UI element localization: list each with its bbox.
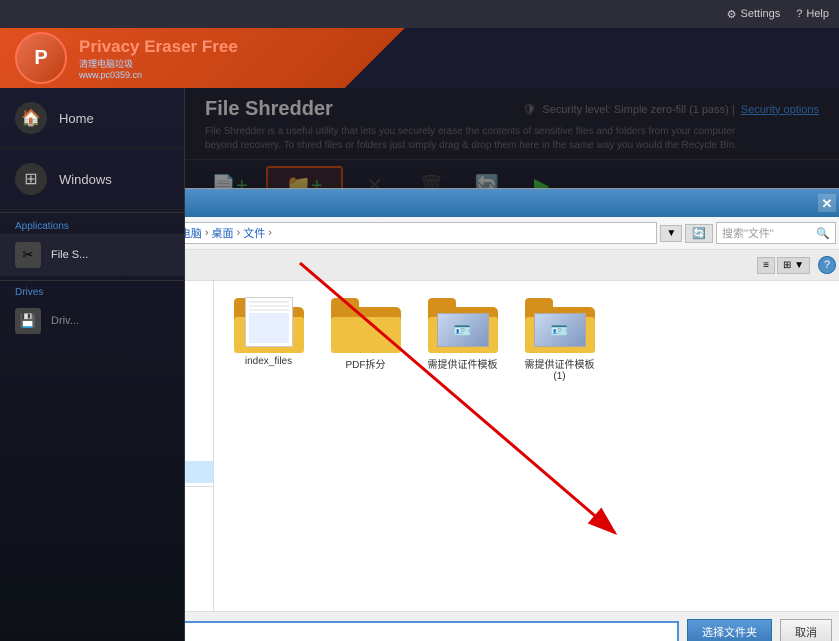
help-icon: ? bbox=[796, 8, 802, 20]
dlg-sidebar-item-g[interactable]: 💿 新加卷 (G:) bbox=[185, 578, 213, 600]
dialog-close-button[interactable]: ✕ bbox=[818, 194, 836, 212]
addr-dropdown-button[interactable]: ▼ bbox=[660, 225, 682, 242]
breadcrumb-sep2: › bbox=[237, 227, 241, 239]
search-icon[interactable]: 🔍 bbox=[816, 227, 830, 240]
file-item-index[interactable]: index_files bbox=[226, 293, 311, 387]
drive-icon-bg: 💾 bbox=[15, 308, 41, 334]
addr-refresh-button[interactable]: 🔄 bbox=[685, 224, 713, 243]
dlg-sidebar-item-music[interactable]: 🎵 音乐 bbox=[185, 439, 213, 461]
dlg-sidebar-item-computer[interactable]: 💻 此电脑 bbox=[185, 329, 213, 351]
file-label-template2: 需提供证件模板 (1) bbox=[525, 356, 595, 382]
search-placeholder: 搜索"文件" bbox=[722, 225, 813, 241]
dlg-sidebar-item-0[interactable]: 📁 新建文件夹 (3) bbox=[185, 285, 213, 307]
breadcrumb-part0[interactable]: 此电脑 bbox=[185, 225, 202, 241]
sidebar-home-label: Home bbox=[59, 111, 94, 126]
dlg-sidebar-item-c[interactable]: 💿 本地磁盘 (C:) bbox=[185, 490, 213, 512]
select-folder-button[interactable]: 选择文件夹 bbox=[687, 619, 772, 641]
dlg-sidebar-item-pictures[interactable]: 🖼 图片 bbox=[185, 373, 213, 395]
app-subtitle2: www.pc0359.cn bbox=[79, 70, 238, 80]
content-area: File Shredder 🛡 Security level: Simple z… bbox=[185, 88, 839, 641]
file-item-template1[interactable]: 🪪 需提供证件模板 bbox=[420, 293, 505, 387]
help-dialog-button[interactable]: ? bbox=[818, 256, 836, 274]
dlg-sidebar-item-desktop1[interactable]: 🖥 桌面 bbox=[185, 307, 213, 329]
sidebar-section-applications: Applications bbox=[0, 212, 184, 234]
fileshredder-icon-bg: ✂ bbox=[15, 242, 41, 268]
sidebar-drives-label: Driv... bbox=[51, 315, 79, 327]
home-icon-bg: 🏠 bbox=[15, 102, 47, 134]
dlg-sidebar-item-e[interactable]: 💿 备份[勿删] (E:) bbox=[185, 534, 213, 556]
sidebar-windows-label: Windows bbox=[59, 172, 112, 187]
app-title: Privacy Eraser Free bbox=[79, 37, 238, 57]
dlg-sidebar-item-d[interactable]: 💿 软件 (D:) bbox=[185, 512, 213, 534]
view-details-button[interactable]: ⊞ ▼ bbox=[777, 257, 810, 274]
dialog-sidebar: 📁 新建文件夹 (3) 🖥 桌面 💻 此电脑 📹 视频 bbox=[185, 281, 214, 611]
sidebar-section-drives: Drives bbox=[0, 280, 184, 300]
app-logo: P bbox=[15, 32, 67, 84]
app-subtitle1: 清理电脑垃圾 bbox=[79, 57, 238, 70]
sidebar-item-drives[interactable]: 💾 Driv... bbox=[0, 300, 184, 342]
help-button[interactable]: ? Help bbox=[796, 8, 829, 20]
file-label-pdf: PDF拆分 bbox=[346, 356, 386, 371]
settings-button[interactable]: ⚙ Settings bbox=[727, 8, 781, 21]
view-list-button[interactable]: ≡ bbox=[757, 257, 775, 274]
breadcrumb-sep3: › bbox=[268, 227, 272, 239]
cancel-button[interactable]: 取消 bbox=[780, 619, 832, 641]
settings-icon: ⚙ bbox=[727, 8, 737, 21]
add-folder-dialog: 📁 Add folder ✕ ← → ↑ 📁 › 此电脑 › 桌面 › 文件 bbox=[185, 188, 839, 641]
sidebar-fileshredder-label: File S... bbox=[51, 249, 88, 261]
breadcrumb-part1[interactable]: 桌面 bbox=[212, 225, 234, 241]
breadcrumb-sep1: › bbox=[205, 227, 209, 239]
sidebar: 🏠 Home ⊞ Windows Applications ✂ File S..… bbox=[0, 88, 185, 641]
dialog-files-area: index_files PDF拆分 bbox=[214, 281, 839, 611]
dlg-sidebar-item-f[interactable]: 💿 新加卷 (F:) bbox=[185, 556, 213, 578]
sidebar-item-home[interactable]: 🏠 Home bbox=[0, 88, 184, 149]
file-item-pdf[interactable]: PDF拆分 bbox=[323, 293, 408, 387]
folder-input[interactable] bbox=[185, 621, 679, 641]
breadcrumb-part2[interactable]: 文件 bbox=[243, 225, 265, 241]
dlg-sidebar-item-docs[interactable]: 📄 文档 bbox=[185, 395, 213, 417]
dlg-sidebar-item-desktop2[interactable]: 🖥 桌面 bbox=[185, 461, 213, 483]
file-label-index: index_files bbox=[245, 356, 292, 367]
dlg-sidebar-item-video[interactable]: 📹 视频 bbox=[185, 351, 213, 373]
dlg-sidebar-item-downloads[interactable]: ⬇ 下载 bbox=[185, 417, 213, 439]
windows-icon-bg: ⊞ bbox=[15, 163, 47, 195]
sidebar-item-windows[interactable]: ⊞ Windows bbox=[0, 149, 184, 210]
file-label-template1: 需提供证件模板 bbox=[428, 356, 498, 371]
sidebar-item-fileshredder[interactable]: ✂ File S... bbox=[0, 234, 184, 276]
file-item-template2[interactable]: 🪪 需提供证件模板 (1) bbox=[517, 293, 602, 387]
